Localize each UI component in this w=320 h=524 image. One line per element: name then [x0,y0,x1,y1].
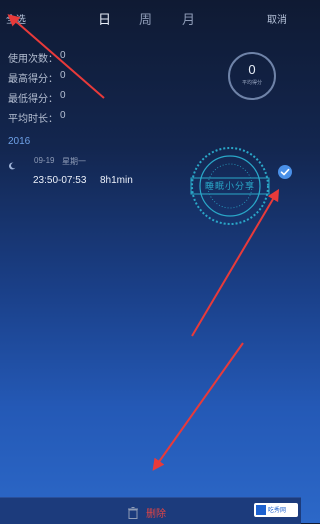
trash-icon [128,506,138,519]
watermark-logo-icon [256,505,266,515]
arrow-to-checkbox [191,188,280,337]
watermark-text: 吃秀网 [268,508,287,514]
arrow-to-delete [152,342,244,471]
delete-label: 删除 [146,509,166,520]
site-watermark: 吃秀网 [254,503,298,517]
arrow-to-select-all [7,14,105,99]
annotation-arrows [7,14,280,471]
